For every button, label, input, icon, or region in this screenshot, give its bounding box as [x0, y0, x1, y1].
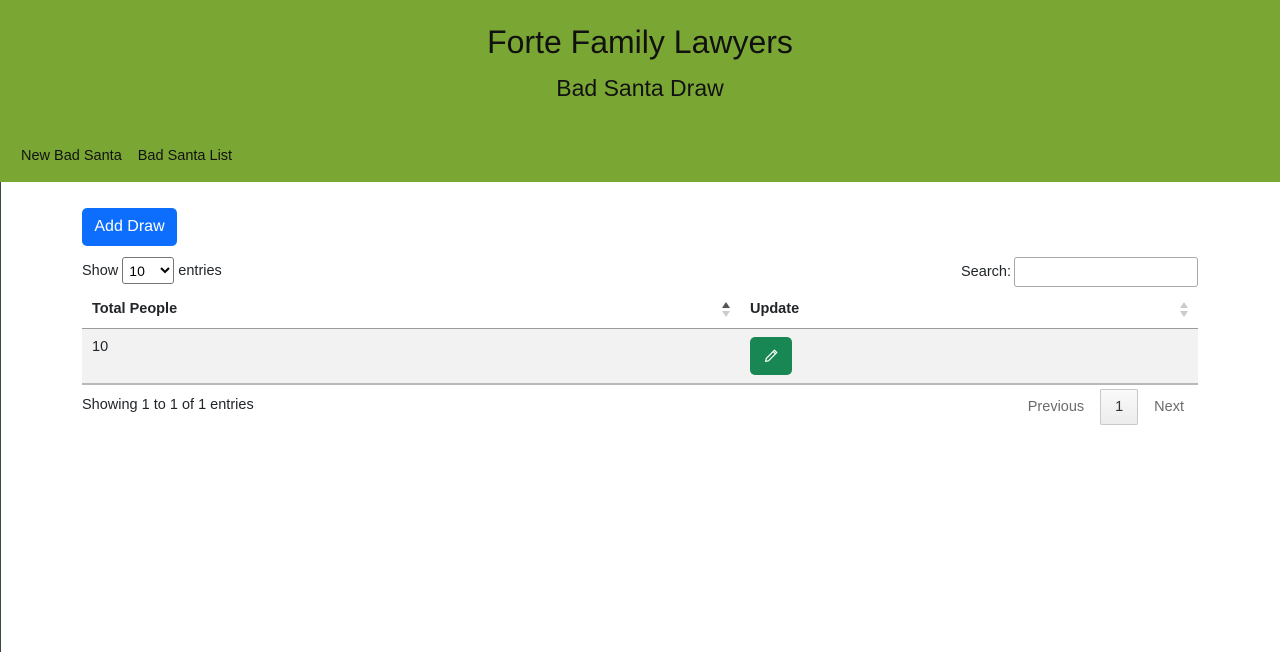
total-people-cell: 10	[82, 328, 740, 385]
main-nav: New Bad Santa Bad Santa List	[21, 147, 232, 165]
column-label: Update	[750, 301, 800, 317]
next-page-button[interactable]: Next	[1140, 389, 1198, 425]
table-header-row: Total People Update	[82, 290, 1198, 329]
table-row: 10	[82, 328, 1198, 385]
page-1-button[interactable]: 1	[1100, 389, 1139, 425]
site-header: Forte Family Lawyers Bad Santa Draw New …	[0, 0, 1280, 182]
pagination: Previous 1 Next	[1014, 389, 1198, 425]
sort-ascending-icon	[722, 302, 730, 318]
table-info: Showing 1 to 1 of 1 entries	[82, 397, 254, 413]
site-title: Forte Family Lawyers	[487, 24, 793, 60]
nav-link-bad-santa-list[interactable]: Bad Santa List	[138, 147, 232, 165]
page-length-control: Show 10 entries	[82, 257, 222, 284]
page-subtitle: Bad Santa Draw	[556, 75, 724, 101]
pencil-icon	[765, 349, 778, 362]
draws-table: Total People Update 10	[82, 290, 1198, 385]
search-label: Search:	[961, 264, 1011, 280]
previous-page-button[interactable]: Previous	[1014, 389, 1098, 425]
column-header-update[interactable]: Update	[740, 290, 1198, 329]
update-cell	[740, 328, 1198, 385]
sort-neutral-icon	[1180, 302, 1188, 318]
add-draw-button[interactable]: Add Draw	[82, 208, 177, 246]
table-search: Search:	[961, 257, 1198, 287]
column-header-total-people[interactable]: Total People	[82, 290, 740, 329]
entries-label: entries	[178, 262, 222, 279]
nav-link-new-bad-santa[interactable]: New Bad Santa	[21, 147, 122, 165]
edit-button[interactable]	[750, 337, 792, 375]
column-label: Total People	[92, 301, 178, 317]
search-input[interactable]	[1014, 257, 1198, 287]
show-label: Show	[82, 262, 119, 279]
page-length-select[interactable]: 10	[122, 257, 175, 284]
